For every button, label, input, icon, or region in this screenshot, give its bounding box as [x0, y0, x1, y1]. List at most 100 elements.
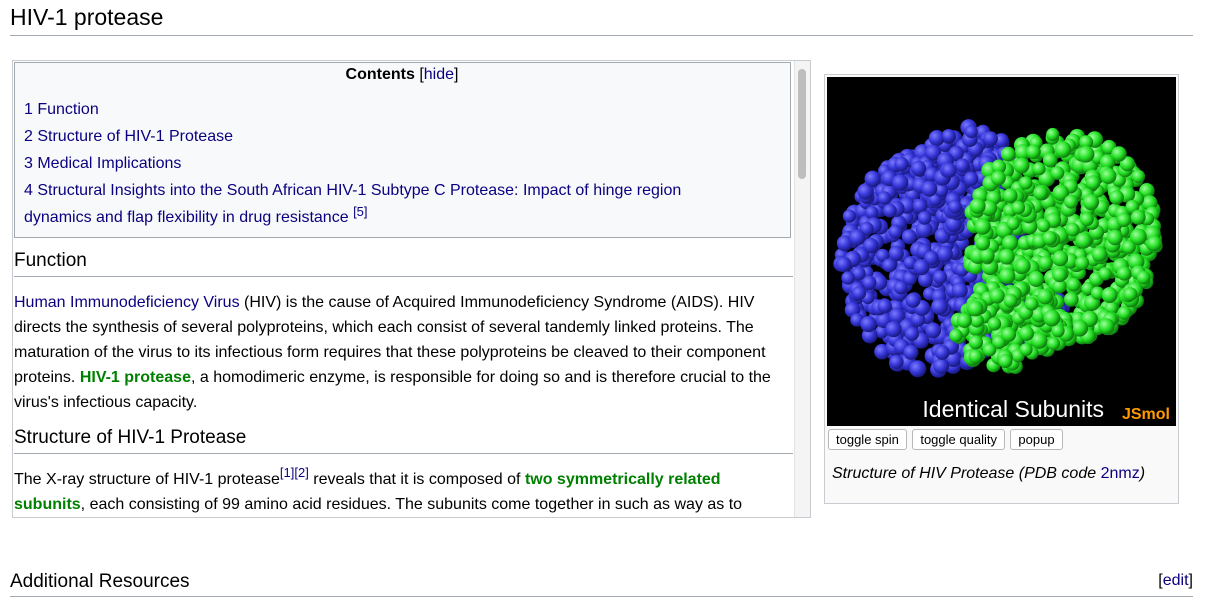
atom-sphere [903, 344, 919, 360]
atom-sphere [865, 205, 879, 220]
atom-sphere [1085, 175, 1101, 190]
atom-sphere [1080, 212, 1094, 227]
atom-sphere [1013, 157, 1030, 174]
structure-text-1: The X-ray structure of HIV-1 protease [14, 471, 280, 488]
atom-sphere [949, 328, 963, 343]
toggle-spin-button[interactable]: toggle spin [828, 429, 907, 450]
atom-sphere [1003, 293, 1018, 308]
atom-sphere [1001, 327, 1017, 342]
atom-sphere [1130, 228, 1147, 246]
protein-space-filling-image [833, 119, 1163, 378]
atom-sphere [1111, 146, 1127, 162]
hiv1-protease-green-link[interactable]: HIV-1 protease [80, 369, 191, 386]
atom-sphere [1064, 194, 1079, 209]
atom-sphere [1019, 176, 1033, 190]
molecule-viewer[interactable]: Identical Subunits JSmol [827, 77, 1176, 426]
edit-section: [edit] [1158, 572, 1193, 590]
article-scroll-panel[interactable]: Contents [hide] 1 Function 2 Structure o… [12, 60, 811, 518]
toc-item-ref[interactable]: [5] [353, 204, 367, 219]
panel-scrollbar[interactable] [794, 61, 810, 517]
atom-sphere [911, 160, 927, 176]
toc-item-medical[interactable]: 3 Medical Implications [24, 150, 780, 177]
atom-sphere [1002, 188, 1018, 204]
atom-sphere [934, 345, 950, 360]
atom-sphere [936, 245, 953, 263]
edit-link[interactable]: edit [1163, 572, 1189, 589]
atom-sphere [1130, 209, 1146, 225]
atom-sphere [1131, 169, 1146, 184]
atom-sphere [1052, 250, 1069, 267]
pdb-code-link[interactable]: 2nmz [1101, 465, 1140, 482]
atom-sphere [1024, 297, 1039, 311]
atom-sphere [904, 326, 919, 341]
atom-sphere [941, 162, 957, 178]
atom-sphere [998, 248, 1015, 265]
ref-1-link[interactable]: [1] [280, 465, 294, 480]
popup-button[interactable]: popup [1010, 429, 1063, 450]
toc-item-function[interactable]: 1 Function [24, 96, 780, 123]
bottom-divider [10, 596, 1193, 597]
structure-text-3: , each consisting of 99 amino acid resid… [80, 496, 743, 513]
atom-sphere [933, 270, 947, 285]
atom-sphere [1032, 162, 1046, 176]
structure-refs: [1][2] [280, 465, 309, 480]
atom-sphere [1082, 194, 1100, 211]
atom-sphere [877, 191, 891, 205]
atom-sphere [1075, 232, 1092, 249]
scrollbar-thumb[interactable] [798, 69, 806, 179]
atom-sphere [1116, 212, 1131, 227]
title-divider [10, 35, 1193, 36]
atom-sphere [883, 203, 897, 218]
atom-sphere [1037, 219, 1051, 233]
atom-sphere [1077, 145, 1095, 163]
atom-sphere [1019, 326, 1034, 341]
atom-sphere [849, 229, 866, 246]
article-content: Contents [hide] 1 Function 2 Structure o… [13, 61, 793, 517]
toc-item-structural-insights-line2[interactable]: dynamics and flap flexibility in drug re… [24, 209, 349, 226]
atom-sphere [1042, 152, 1058, 168]
atom-sphere [1026, 144, 1041, 160]
toggle-quality-button[interactable]: toggle quality [912, 429, 1005, 450]
table-of-contents: Contents [hide] 1 Function 2 Structure o… [14, 62, 791, 238]
atom-sphere [1000, 146, 1016, 162]
toc-item-structure[interactable]: 2 Structure of HIV-1 Protease [24, 123, 780, 150]
ref-2-link[interactable]: [2] [294, 465, 308, 480]
toc-header: Contents [hide] [24, 66, 780, 84]
page-title: HIV-1 protease [10, 4, 164, 30]
atom-sphere [983, 131, 998, 146]
atom-sphere [1146, 235, 1163, 252]
atom-sphere [1046, 336, 1061, 351]
atom-sphere [901, 229, 917, 245]
atom-sphere [989, 288, 1005, 304]
jsmol-figure: Identical Subunits JSmol toggle spin tog… [824, 74, 1179, 504]
atom-sphere [982, 343, 997, 357]
hiv-link[interactable]: Human Immunodeficiency Virus [14, 294, 240, 311]
atom-sphere [969, 198, 986, 214]
atom-sphere [888, 224, 903, 239]
atom-sphere [1117, 305, 1132, 320]
atom-sphere [863, 237, 879, 254]
jsmol-logo: JSmol [1121, 406, 1170, 423]
atom-sphere [1063, 292, 1079, 307]
atom-sphere [1019, 343, 1033, 357]
atom-sphere [913, 259, 930, 276]
toc-title: Contents [345, 66, 415, 83]
atom-sphere [968, 335, 983, 350]
atom-sphere [955, 158, 970, 173]
atom-sphere [942, 129, 956, 143]
toc-item-structural-insights-line1[interactable]: 4 Structural Insights into the South Afr… [24, 182, 681, 199]
atom-sphere [1091, 246, 1108, 262]
viewer-overlay-title: Identical Subunits [922, 396, 1104, 422]
atom-sphere [991, 170, 1006, 186]
toc-item-structural-insights[interactable]: 4 Structural Insights into the South Afr… [24, 177, 780, 231]
atom-sphere [928, 130, 945, 146]
atom-sphere [892, 174, 909, 191]
viewer-button-row: toggle spin toggle quality popup [828, 429, 1064, 450]
atom-sphere [1123, 287, 1138, 302]
toc-hide-link[interactable]: hide [424, 66, 454, 83]
atom-sphere [964, 125, 978, 139]
atom-sphere [1038, 255, 1053, 271]
structure-text-2: reveals that it is composed of [308, 471, 525, 488]
atom-sphere [1075, 256, 1090, 270]
atom-sphere [885, 321, 902, 338]
